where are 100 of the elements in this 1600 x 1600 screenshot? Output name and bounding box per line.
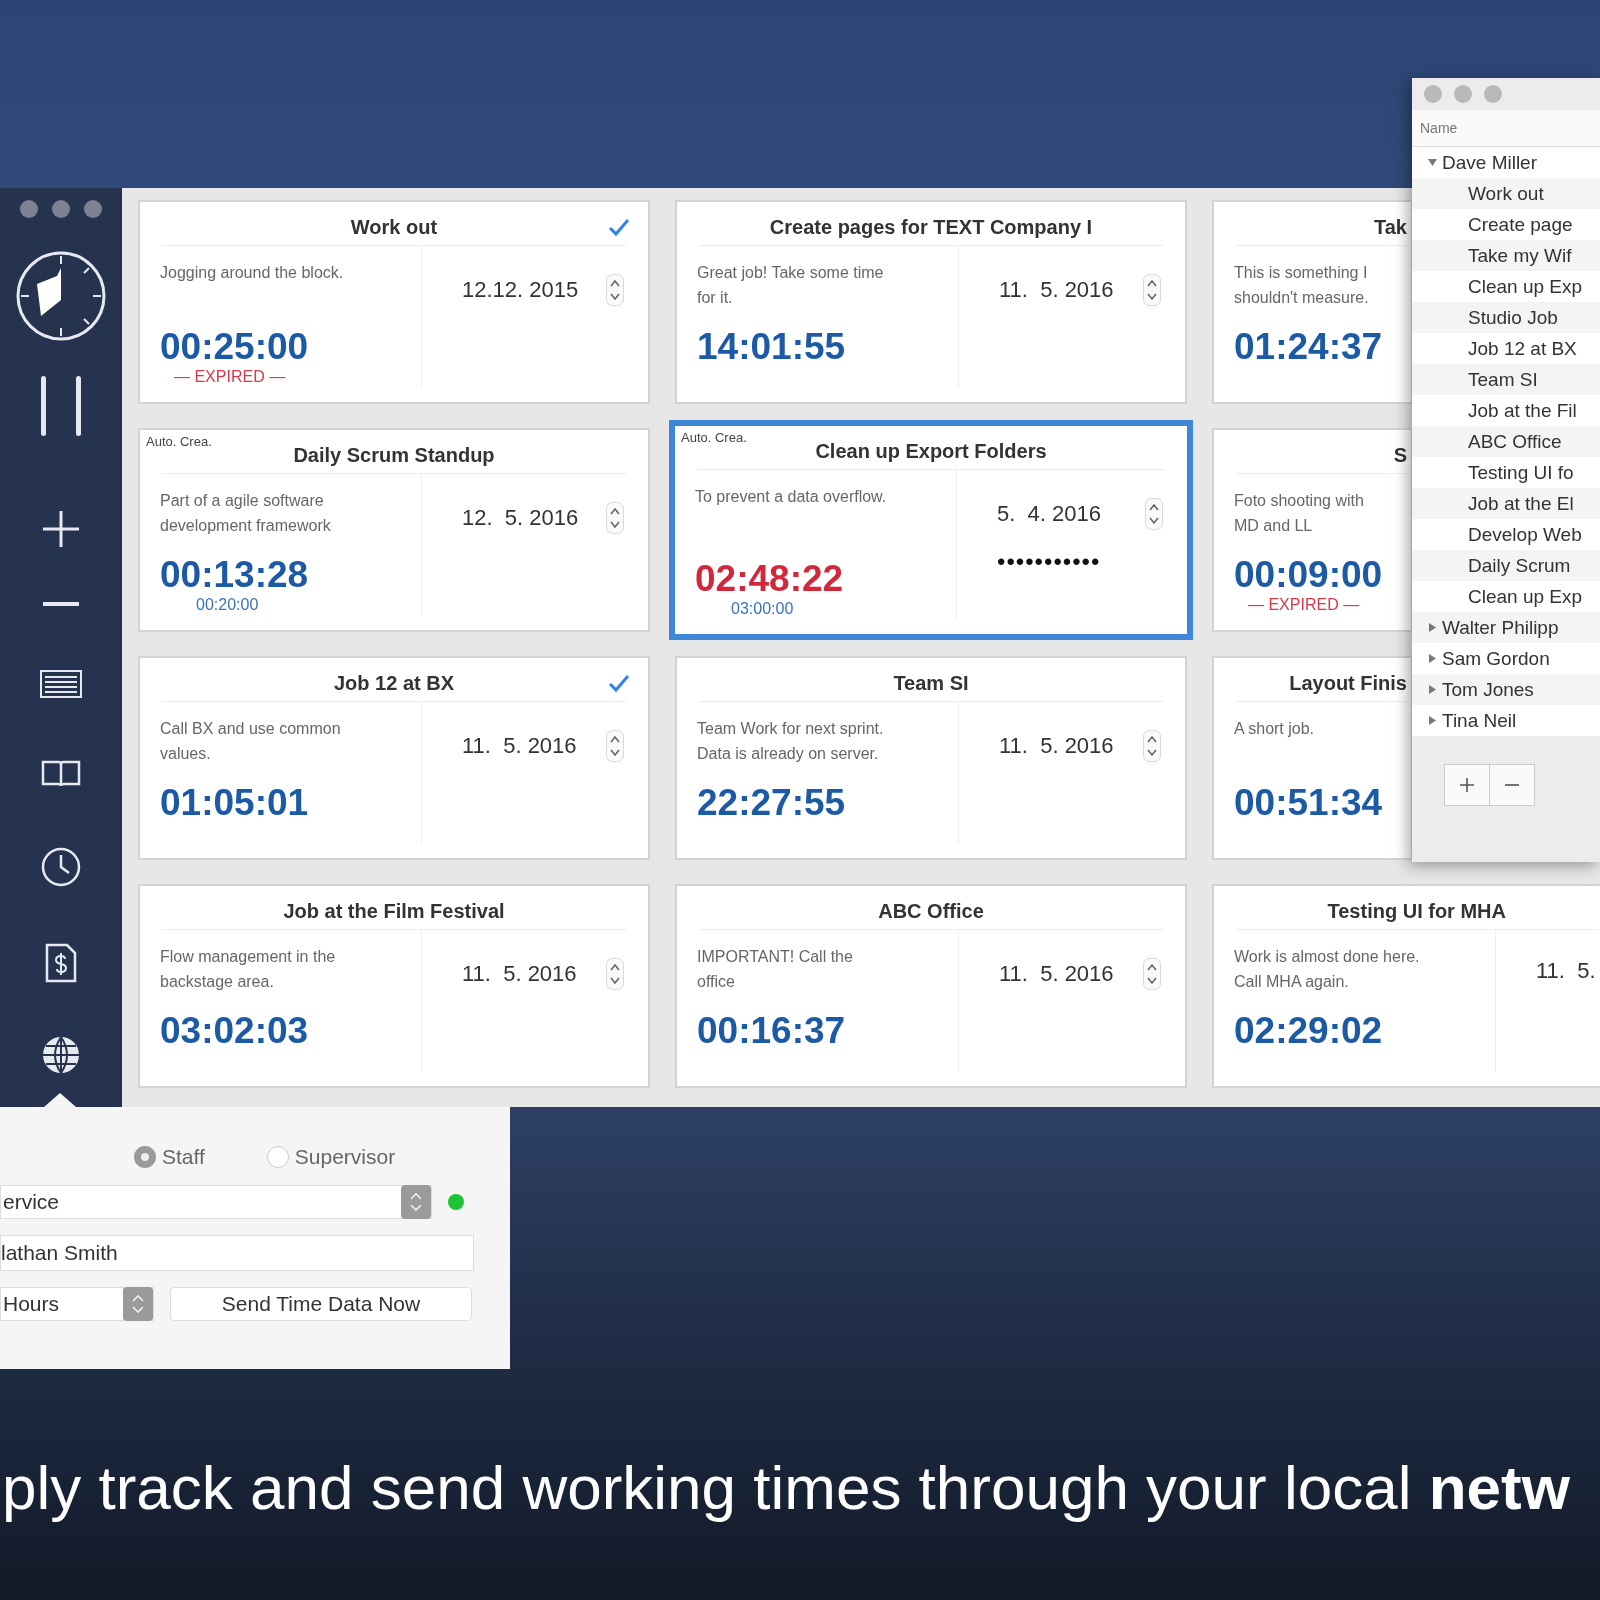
- unit-dropdown[interactable]: Hours: [0, 1287, 154, 1321]
- tree-row[interactable]: Job at the Fil: [1412, 395, 1600, 426]
- tree-row[interactable]: Job at the El: [1412, 488, 1600, 519]
- tree-label: Studio Job: [1468, 306, 1558, 329]
- window-button[interactable]: [84, 200, 102, 218]
- date-field[interactable]: 11. 5. 2016: [999, 961, 1114, 987]
- task-title: Layout Finis: [1289, 672, 1407, 695]
- column-header[interactable]: Name: [1412, 110, 1600, 147]
- timer-value: 00:16:37: [697, 1010, 847, 1052]
- task-card[interactable]: Layout Finis A short job. 00:51:34: [1212, 656, 1413, 860]
- disclosure-triangle-icon[interactable]: [1428, 716, 1437, 725]
- tree-row[interactable]: Work out: [1412, 178, 1600, 209]
- grid-list-icon[interactable]: [40, 670, 82, 698]
- pause-icon[interactable]: [38, 376, 84, 436]
- stepper-icon[interactable]: [1145, 498, 1163, 530]
- task-description: To prevent a data overflow.: [695, 487, 888, 507]
- date-field[interactable]: 11. 5. 2016: [999, 733, 1114, 759]
- tree-label: ABC Office: [1468, 430, 1562, 453]
- tree-row[interactable]: Team SI: [1412, 364, 1600, 395]
- tree-row[interactable]: Create page: [1412, 209, 1600, 240]
- task-card[interactable]: Job at the Film Festival Flow management in the backstage area. 03:02:03 11. 5. 2016: [138, 884, 650, 1088]
- window-button[interactable]: [52, 200, 70, 218]
- tree-row[interactable]: Tom Jones: [1412, 674, 1600, 705]
- task-title: Tak: [1374, 216, 1407, 239]
- role-radio[interactable]: Supervisor: [266, 1145, 396, 1169]
- tree-label: Daily Scrum: [1468, 554, 1571, 577]
- stepper-icon[interactable]: [606, 502, 624, 534]
- task-title: Work out: [350, 216, 438, 239]
- tagline: ply track and send working times through your local netw: [2, 1452, 1570, 1523]
- tree-row[interactable]: ABC Office: [1412, 426, 1600, 457]
- send-button[interactable]: Send Time Data Now: [170, 1287, 472, 1321]
- tree-label: Create page: [1468, 213, 1573, 236]
- task-card[interactable]: Tak This is something I shouldn't measure. 01:24:37: [1212, 200, 1413, 404]
- stopwatch-logo-icon: [15, 250, 107, 342]
- task-title: Job at the Film Festival: [283, 900, 505, 923]
- stepper-icon[interactable]: [606, 958, 624, 990]
- role-radio[interactable]: Staff: [134, 1145, 205, 1169]
- timer-value: 01:05:01: [160, 782, 310, 824]
- task-description: A short job.: [1234, 719, 1316, 739]
- task-title: S: [1393, 444, 1407, 467]
- tree-row[interactable]: Develop Web: [1412, 519, 1600, 550]
- disclosure-triangle-icon[interactable]: [1428, 654, 1437, 663]
- disclosure-triangle-icon[interactable]: [1428, 158, 1437, 167]
- task-card[interactable]: Auto. Crea. Clean up Export Folders To prevent a data overflow. 02:48:22 03:00:00 5. 4. 2016 •••••••••••: [669, 420, 1193, 640]
- task-card[interactable]: Work out Jogging around the block. 00:25:00 — EXPIRED — 12.12. 2015: [138, 200, 650, 404]
- task-title: Testing UI for MHA: [1327, 900, 1506, 923]
- tree-row[interactable]: Studio Job: [1412, 302, 1600, 333]
- clock-icon[interactable]: [41, 847, 81, 887]
- tree-row[interactable]: Clean up Exp: [1412, 271, 1600, 302]
- task-description: Great job! Take some time for it.: [697, 263, 885, 308]
- book-icon[interactable]: [41, 760, 81, 788]
- timer-value: 22:27:55: [697, 782, 847, 824]
- date-field[interactable]: 11. 5. 2016: [462, 961, 577, 987]
- date-field[interactable]: 11. 5. 2016: [462, 733, 577, 759]
- disclosure-triangle-icon[interactable]: [1428, 685, 1437, 694]
- task-card[interactable]: Job 12 at BX Call BX and use common values. 01:05:01 11. 5. 2016: [138, 656, 650, 860]
- target-time: 00:20:00: [196, 596, 259, 615]
- stepper-icon[interactable]: [606, 730, 624, 762]
- tree-row[interactable]: Tina Neil: [1412, 705, 1600, 736]
- name-field[interactable]: lathan Smith: [0, 1235, 474, 1271]
- password-field[interactable]: •••••••••••: [997, 548, 1163, 576]
- date-field[interactable]: 12. 5. 2016: [462, 505, 579, 531]
- task-title: Team SI: [893, 672, 969, 695]
- task-card[interactable]: Testing UI for MHA Work is almost done here. Call MHA again. 02:29:02 11. 5.: [1212, 884, 1600, 1088]
- disclosure-triangle-icon[interactable]: [1428, 623, 1437, 632]
- dropdown-arrows-icon: [123, 1287, 153, 1321]
- date-field[interactable]: 5. 4. 2016: [997, 501, 1101, 527]
- tree-row[interactable]: Dave Miller: [1412, 147, 1600, 178]
- service-dropdown[interactable]: ervice: [0, 1185, 432, 1219]
- date-field[interactable]: 11. 5.: [1536, 958, 1596, 984]
- tree-label: Job at the Fil: [1468, 399, 1577, 422]
- stepper-icon[interactable]: [606, 274, 624, 306]
- auto-created-label: Auto. Crea.: [146, 434, 212, 449]
- invoice-icon[interactable]: [45, 943, 77, 983]
- task-card[interactable]: Create pages for TEXT Company I Great job! Take some time for it. 14:01:55 11. 5. 2016: [675, 200, 1187, 404]
- tree-label: Clean up Exp: [1468, 585, 1583, 608]
- date-field[interactable]: 11. 5. 2016: [999, 277, 1114, 303]
- task-description: Foto shooting with MD and LL: [1234, 491, 1365, 536]
- window-button[interactable]: [20, 200, 38, 218]
- tree-row[interactable]: Testing UI fo: [1412, 457, 1600, 488]
- tree-row[interactable]: Take my Wif: [1412, 240, 1600, 271]
- tree-row[interactable]: Clean up Exp: [1412, 581, 1600, 612]
- timer-value: 02:29:02: [1234, 1010, 1384, 1052]
- task-card[interactable]: Team SI Team Work for next sprint. Data is already on server. 22:27:55 11. 5. 2016: [675, 656, 1187, 860]
- stepper-icon[interactable]: [1143, 730, 1161, 762]
- add-icon[interactable]: [43, 511, 79, 547]
- task-card[interactable]: S Foto shooting with MD and LL 00:09:00 — EXPIRED —: [1212, 428, 1413, 632]
- tree-row[interactable]: Sam Gordon: [1412, 643, 1600, 674]
- tree-row[interactable]: Job 12 at BX: [1412, 333, 1600, 364]
- task-card[interactable]: ABC Office IMPORTANT! Call the office 00:16:37 11. 5. 2016: [675, 884, 1187, 1088]
- tree-row[interactable]: Walter Philipp: [1412, 612, 1600, 643]
- task-description: Part of a agile software development framework: [160, 491, 332, 536]
- tree-label: Testing UI fo: [1468, 461, 1574, 484]
- tree-label: Dave Miller: [1442, 151, 1538, 174]
- stepper-icon[interactable]: [1143, 274, 1161, 306]
- task-card[interactable]: Auto. Crea. Daily Scrum Standup Part of a agile software development framework 00:13:28 00:20:00 12. 5. 2016: [138, 428, 650, 632]
- globe-icon[interactable]: [41, 1035, 81, 1075]
- stepper-icon[interactable]: [1143, 958, 1161, 990]
- date-field[interactable]: 12.12. 2015: [462, 277, 579, 303]
- tree-row[interactable]: Daily Scrum: [1412, 550, 1600, 581]
